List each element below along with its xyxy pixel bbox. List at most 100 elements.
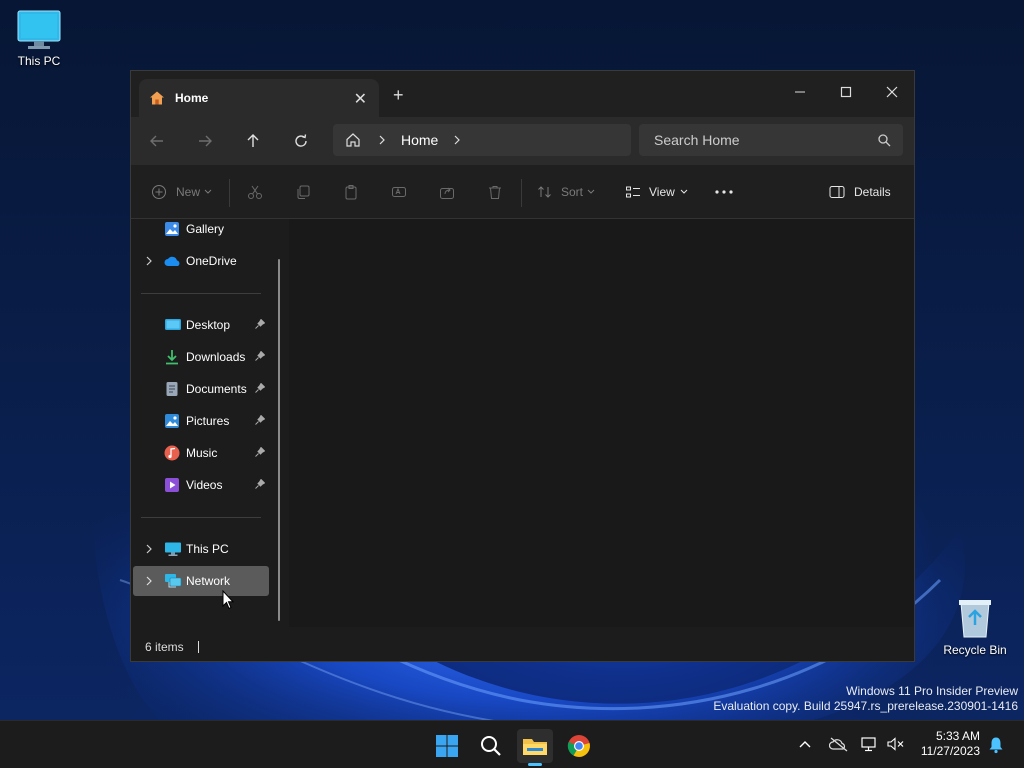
more-options-button[interactable] <box>715 180 733 204</box>
home-outline-icon <box>346 133 360 147</box>
toolbar-divider <box>521 179 522 207</box>
maximize-button[interactable] <box>823 77 869 107</box>
back-button[interactable] <box>145 129 169 153</box>
new-button[interactable]: New <box>151 180 212 204</box>
watermark-line-1: Windows 11 Pro Insider Preview <box>846 684 1018 698</box>
forward-button[interactable] <box>193 129 217 153</box>
refresh-icon <box>295 134 307 147</box>
sidebar-item-music[interactable]: Music <box>133 438 269 468</box>
sidebar-item-onedrive[interactable]: OneDrive <box>133 246 269 276</box>
onedrive-offline-icon[interactable] <box>829 736 849 752</box>
pin-icon[interactable] <box>255 479 265 489</box>
close-tab-icon[interactable]: ✕ <box>354 89 367 109</box>
sidebar-item-label: Documents <box>186 382 247 396</box>
maximize-icon <box>840 86 852 98</box>
start-button[interactable] <box>429 729 465 763</box>
notification-bell-icon[interactable] <box>988 736 1004 754</box>
sidebar-item-videos[interactable]: Videos <box>133 470 269 500</box>
system-clock[interactable]: 5:33 AM 11/27/2023 <box>921 729 980 759</box>
search-placeholder: Search Home <box>654 132 740 148</box>
plus-circle-icon <box>152 185 166 199</box>
chrome-icon <box>567 735 590 757</box>
new-tab-button[interactable]: + <box>393 85 404 106</box>
sidebar-item-label: This PC <box>186 542 229 556</box>
downloads-icon <box>166 350 178 365</box>
sidebar-item-label: Downloads <box>186 350 246 364</box>
taskbar: 5:33 AM 11/27/2023 <box>0 720 1024 768</box>
tab-home[interactable]: Home ✕ <box>139 79 379 117</box>
new-label: New <box>176 185 201 199</box>
details-label: Details <box>854 185 891 199</box>
volume-muted-icon[interactable] <box>887 736 905 752</box>
desktop-icon-label: Recycle Bin <box>943 643 1007 657</box>
scissors-icon <box>248 185 262 199</box>
chevron-right-icon[interactable] <box>145 256 153 266</box>
sidebar-item-label: Desktop <box>186 318 231 332</box>
recycle-bin-icon <box>959 600 991 638</box>
share-button[interactable] <box>439 180 455 204</box>
share-icon <box>440 187 454 199</box>
copy-icon <box>297 185 310 199</box>
close-window-button[interactable] <box>869 77 915 107</box>
sidebar-item-label: Gallery <box>186 222 225 236</box>
copy-button[interactable] <box>295 180 311 204</box>
rename-button[interactable] <box>391 180 407 204</box>
file-explorer-icon <box>523 739 547 755</box>
sidebar-item-downloads[interactable]: Downloads <box>133 342 269 372</box>
sidebar-item-label: Network <box>186 574 231 588</box>
cut-button[interactable] <box>247 180 263 204</box>
file-list-area[interactable] <box>289 219 914 627</box>
minimize-button[interactable] <box>777 77 823 107</box>
sidebar-item-this-pc[interactable]: This PC <box>133 534 269 564</box>
view-button[interactable]: View <box>625 180 688 204</box>
chevron-right-icon[interactable] <box>452 135 462 145</box>
videos-icon <box>165 478 179 492</box>
trash-icon <box>489 186 501 199</box>
refresh-button[interactable] <box>289 129 313 153</box>
search-icon <box>481 736 501 756</box>
sidebar-item-pictures[interactable]: Pictures <box>133 406 269 436</box>
pin-icon[interactable] <box>255 383 265 393</box>
sidebar-item-documents[interactable]: Documents <box>133 374 269 404</box>
desktop-icon-recycle-bin[interactable]: Recycle Bin <box>935 597 1015 657</box>
search-input[interactable]: Search Home <box>639 124 903 156</box>
network-icon <box>165 574 182 588</box>
sidebar-item-gallery[interactable]: Gallery <box>133 219 269 244</box>
sidebar-item-label: Music <box>186 446 218 460</box>
up-button[interactable] <box>241 129 265 153</box>
breadcrumb-home[interactable]: Home <box>401 132 438 148</box>
taskbar-chrome[interactable] <box>561 729 597 763</box>
show-hidden-icons-chevron[interactable] <box>799 739 811 749</box>
chevron-right-icon[interactable] <box>377 135 387 145</box>
view-label: View <box>649 185 675 199</box>
pin-icon[interactable] <box>255 319 265 329</box>
arrow-up-icon <box>247 134 259 147</box>
details-pane-button[interactable]: Details <box>829 180 891 204</box>
evaluation-watermark: Windows 11 Pro Insider Preview Evaluatio… <box>713 684 1018 714</box>
sidebar-scrollbar[interactable] <box>278 259 280 621</box>
delete-button[interactable] <box>487 180 503 204</box>
sidebar-item-desktop[interactable]: Desktop <box>133 310 269 340</box>
close-icon <box>886 86 898 98</box>
pin-icon[interactable] <box>255 351 265 361</box>
chevron-right-icon[interactable] <box>145 544 153 554</box>
sort-button[interactable]: Sort <box>537 180 595 204</box>
desktop-icon-label: This PC <box>17 54 61 68</box>
chevron-right-icon[interactable] <box>145 576 153 586</box>
network-status-icon[interactable] <box>861 736 877 752</box>
desktop-icon-this-pc[interactable]: This PC <box>0 10 79 68</box>
pin-icon[interactable] <box>255 447 265 457</box>
ellipsis-icon <box>715 190 733 194</box>
taskbar-search-button[interactable] <box>473 729 509 763</box>
tab-label: Home <box>175 91 209 105</box>
taskbar-file-explorer[interactable] <box>517 729 553 766</box>
pin-icon[interactable] <box>255 415 265 425</box>
status-divider <box>197 641 199 653</box>
clock-date: 11/27/2023 <box>920 744 980 758</box>
sidebar-item-network[interactable]: Network <box>133 566 269 596</box>
address-bar[interactable]: Home <box>333 124 631 156</box>
minimize-icon <box>795 91 805 93</box>
details-pane-icon <box>829 186 845 198</box>
paste-button[interactable] <box>343 180 359 204</box>
sidebar-item-label: OneDrive <box>186 254 237 268</box>
